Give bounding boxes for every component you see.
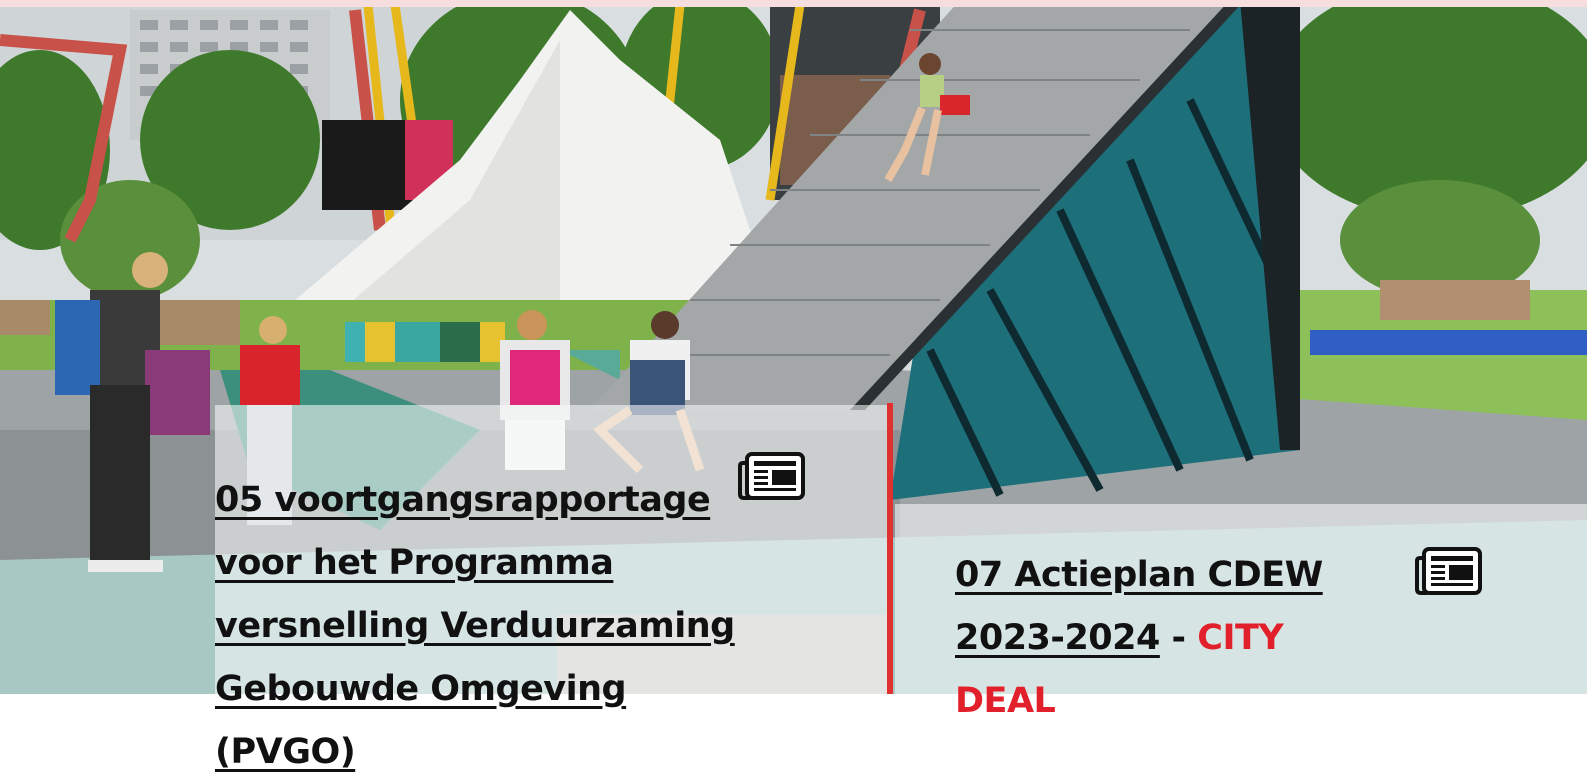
newspaper-icon bbox=[1415, 546, 1483, 598]
title-separator: - bbox=[1159, 618, 1198, 658]
card-divider bbox=[887, 403, 893, 694]
news-card-title: 05 voortgangsrapportage voor het Program… bbox=[215, 469, 738, 784]
newspaper-icon bbox=[738, 451, 806, 503]
news-card-link[interactable]: 05 voortgangsrapportage voor het Program… bbox=[215, 480, 735, 772]
news-card-pvgo[interactable]: 05 voortgangsrapportage voor het Program… bbox=[215, 405, 888, 772]
news-card-cdew[interactable]: 07 Actieplan CDEW 2023-2024 - CITY DEAL bbox=[895, 504, 1587, 721]
news-card-title: 07 Actieplan CDEW 2023-2024 - CITY DEAL bbox=[955, 544, 1387, 733]
top-strip bbox=[0, 0, 1587, 7]
